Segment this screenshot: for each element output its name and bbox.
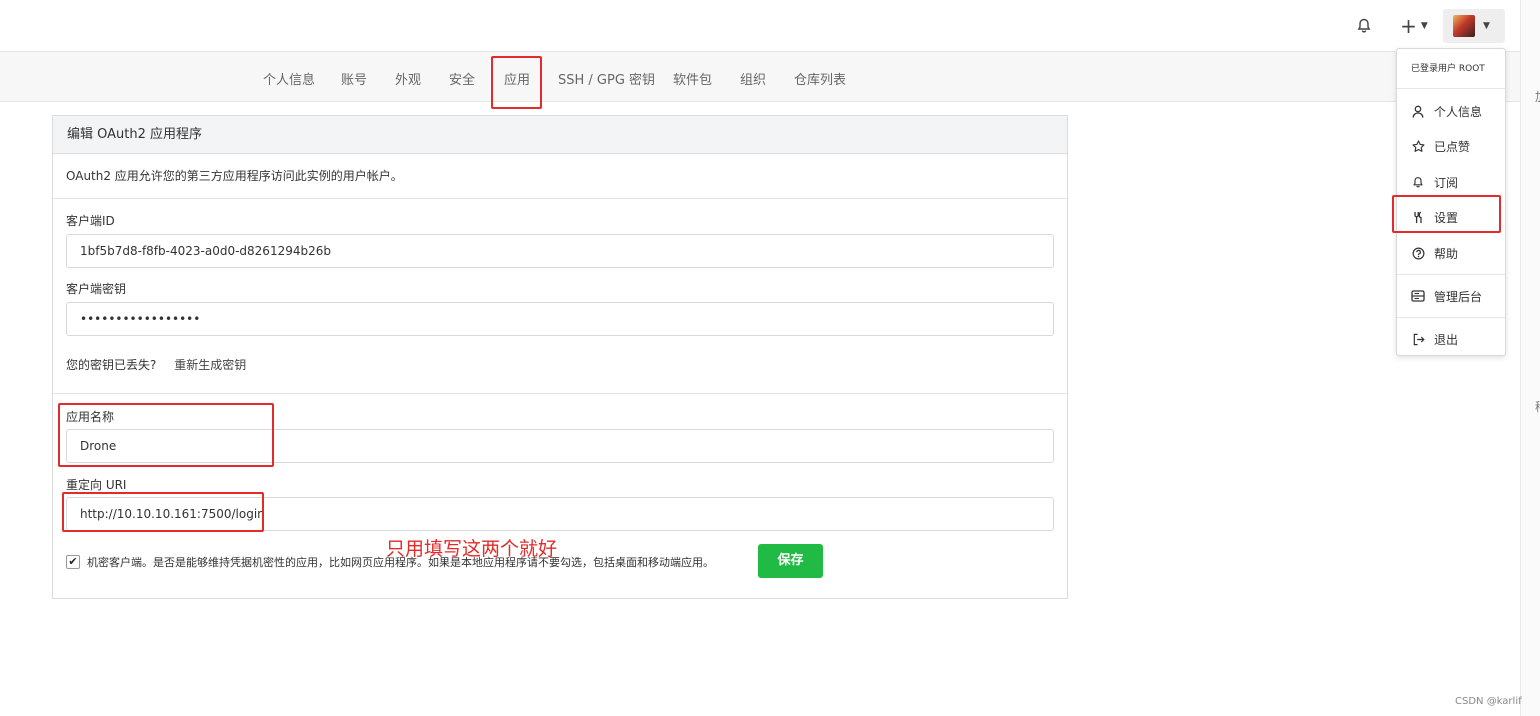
adjacent-window-edge: 加 稍 — [1520, 0, 1540, 716]
annotation-box-applications-tab — [491, 56, 542, 109]
lost-secret-row: 您的密钥已丢失? 重新生成密钥 — [66, 356, 246, 373]
menu-item-profile[interactable]: 个人信息 — [1397, 96, 1505, 126]
watermark: CSDN @karlif — [1455, 696, 1522, 707]
annotation-box-app-name — [58, 403, 274, 467]
plus-icon: + — [1400, 14, 1417, 38]
menu-item-starred[interactable]: 已点赞 — [1397, 131, 1505, 161]
annotation-note: 只用填写这两个就好 — [386, 538, 558, 560]
menu-divider — [1397, 274, 1505, 275]
annotation-box-redirect-uri — [62, 492, 264, 532]
menu-item-label: 帮助 — [1434, 246, 1459, 261]
chevron-down-icon: ▼ — [1483, 21, 1490, 31]
redirect-uri-label: 重定向 URI — [66, 478, 127, 492]
client-id-field[interactable]: 1bf5b7d8-f8fb-4023-a0d0-d8261294b26b — [66, 234, 1054, 268]
tab-appearance[interactable]: 外观 — [395, 52, 421, 102]
lost-secret-text: 您的密钥已丢失? — [66, 358, 157, 372]
bell-icon — [1411, 175, 1425, 189]
top-navbar: + ▼ ▼ — [0, 0, 1520, 52]
panel-description: OAuth2 应用允许您的第三方应用程序访问此实例的用户帐户。 — [53, 154, 1067, 199]
menu-item-site-admin[interactable]: 管理后台 — [1397, 281, 1505, 311]
menu-item-subscriptions[interactable]: 订阅 — [1397, 167, 1505, 197]
edge-text-fragment: 加 — [1535, 88, 1540, 105]
menu-item-label: 订阅 — [1434, 175, 1459, 190]
checkmark-icon: ✔ — [68, 555, 78, 568]
server-icon — [1411, 289, 1425, 303]
annotation-box-settings — [1392, 195, 1501, 233]
settings-subnav: 个人信息 账号 外观 安全 应用 SSH / GPG 密钥 软件包 组织 仓库列… — [0, 52, 1520, 102]
tab-organizations[interactable]: 组织 — [740, 52, 766, 102]
user-menu-button[interactable]: ▼ — [1443, 9, 1505, 43]
tab-security[interactable]: 安全 — [449, 52, 475, 102]
menu-item-help[interactable]: 帮助 — [1397, 238, 1505, 268]
person-icon — [1411, 104, 1425, 118]
tab-packages[interactable]: 软件包 — [673, 52, 712, 102]
menu-item-label: 个人信息 — [1434, 104, 1483, 119]
menu-item-sign-out[interactable]: 退出 — [1397, 324, 1505, 354]
panel-title: 编辑 OAuth2 应用程序 — [53, 116, 1067, 154]
tab-ssh-gpg-keys[interactable]: SSH / GPG 密钥 — [558, 52, 655, 102]
client-secret-label: 客户端密钥 — [66, 282, 127, 296]
confidential-client-checkbox[interactable]: ✔ — [66, 555, 80, 569]
tab-profile[interactable]: 个人信息 — [263, 52, 315, 102]
bell-icon — [1357, 18, 1371, 33]
create-new-button[interactable]: + ▼ — [1396, 14, 1432, 38]
question-icon — [1411, 246, 1425, 260]
chevron-down-icon: ▼ — [1420, 21, 1428, 31]
sign-out-icon — [1411, 332, 1425, 346]
save-button[interactable]: 保存 — [758, 544, 823, 578]
section-divider — [53, 393, 1067, 394]
client-id-label: 客户端ID — [66, 214, 115, 228]
edge-text-fragment: 稍 — [1535, 398, 1540, 415]
menu-item-label: 管理后台 — [1434, 289, 1483, 304]
tab-account[interactable]: 账号 — [341, 52, 367, 102]
menu-item-label: 退出 — [1434, 332, 1459, 347]
regenerate-secret-link[interactable]: 重新生成密钥 — [174, 358, 246, 372]
client-secret-field[interactable]: ••••••••••••••••• — [66, 302, 1054, 336]
avatar — [1453, 15, 1475, 37]
menu-divider — [1397, 317, 1505, 318]
tab-repositories[interactable]: 仓库列表 — [794, 52, 846, 102]
menu-item-label: 已点赞 — [1434, 139, 1471, 154]
star-icon — [1411, 139, 1425, 153]
dropdown-header: 已登录用户 ROOT — [1397, 49, 1505, 89]
notifications-bell-icon[interactable] — [1352, 14, 1376, 38]
